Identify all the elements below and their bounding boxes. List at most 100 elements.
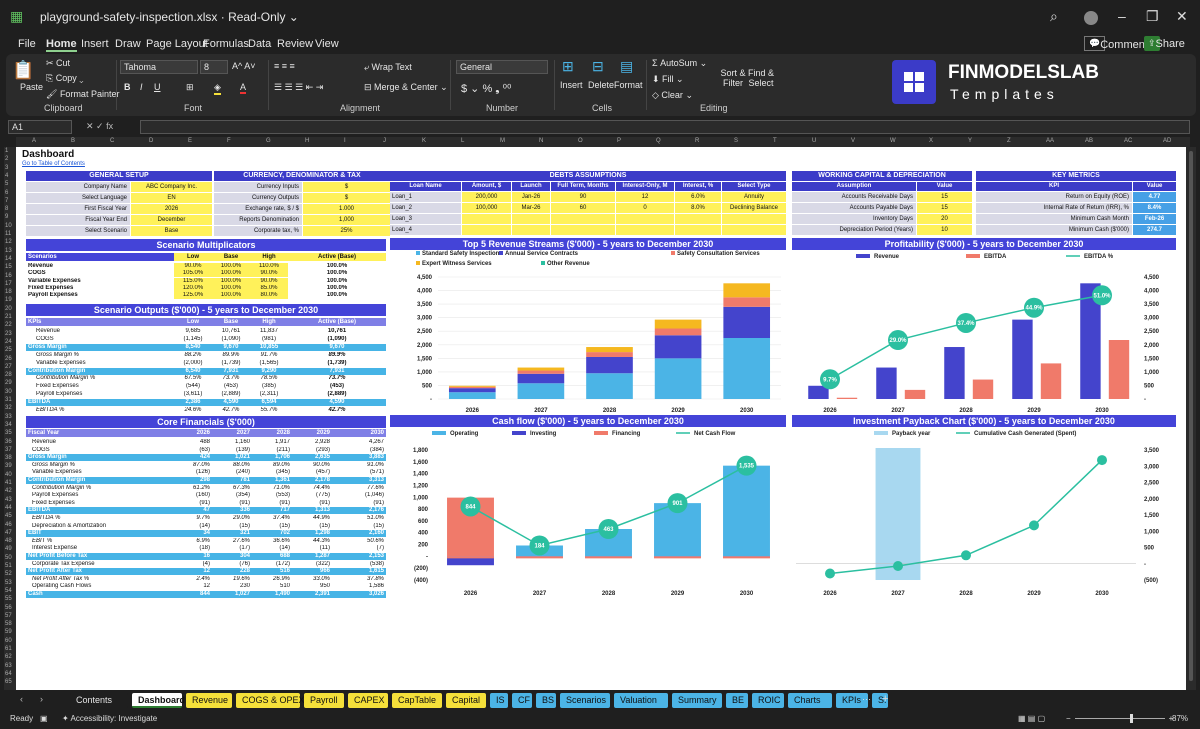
more-tabs-icon[interactable]: ⋯ [862,694,871,705]
insert-cells-icon[interactable]: ⊞ [562,58,574,75]
column-header[interactable]: AA [1046,138,1054,144]
row-header[interactable]: 60 [5,638,12,644]
worksheet[interactable]: Dashboard Go to Table of Contents -500 1,… [16,147,1186,690]
row-header[interactable]: 19 [5,297,12,303]
column-header[interactable]: U [812,138,816,144]
sheet-tab[interactable]: BE [726,693,748,708]
row-header[interactable]: 63 [5,663,12,669]
menu-formulas[interactable]: Formulas [203,38,249,50]
row-header[interactable]: 49 [5,546,12,552]
column-header[interactable]: G [266,138,271,144]
row-header[interactable]: 46 [5,522,12,528]
row-header[interactable]: 2 [5,156,8,162]
cut-button[interactable]: ✂ Cut [46,58,70,69]
search-icon[interactable]: ⌕ [1050,8,1058,25]
merge-center-button[interactable]: ⊟ Merge & Center ⌄ [364,82,448,93]
format-painter-button[interactable]: 🖌 Format Painter [46,89,119,100]
row-header[interactable]: 51 [5,563,12,569]
row-header[interactable]: 3 [5,165,8,171]
row-header[interactable]: 32 [5,405,12,411]
column-header[interactable]: AB [1085,138,1093,144]
column-header[interactable]: C [110,138,114,144]
row-header[interactable]: 48 [5,538,12,544]
sheet-tab[interactable]: COGS & OPEX [236,693,305,708]
delete-cells-button[interactable]: Delete [588,80,614,90]
row-header[interactable]: 50 [5,555,12,561]
number-format-select[interactable]: General [456,60,548,74]
underline-button[interactable]: U [154,82,161,92]
row-header[interactable]: 59 [5,629,12,635]
row-header[interactable]: 13 [5,248,12,254]
row-header[interactable]: 58 [5,621,12,627]
column-header[interactable]: E [188,138,192,144]
column-header[interactable]: AD [1163,138,1171,144]
row-header[interactable]: 25 [5,347,12,353]
row-header[interactable]: 33 [5,414,12,420]
fx-icon[interactable]: ✕ ✓ fx [86,121,113,132]
sheet-tab[interactable]: CapTable [392,693,442,708]
bold-button[interactable]: B [124,82,131,92]
column-header[interactable]: B [71,138,75,144]
column-header[interactable]: P [617,138,621,144]
restore-icon[interactable]: ❐ [1146,8,1159,25]
sheet-tab[interactable]: ROIC [752,693,784,708]
font-size-select[interactable]: 8 [200,60,228,74]
row-header[interactable]: 64 [5,671,12,677]
format-cells-button[interactable]: Format [614,80,643,90]
macro-icon[interactable]: ▣ [40,714,48,723]
column-header[interactable]: Q [656,138,661,144]
wrap-text-button[interactable]: ⤶ Wrap Text [364,62,412,73]
row-header[interactable]: 41 [5,480,12,486]
row-header[interactable]: 16 [5,273,12,279]
row-header[interactable]: 29 [5,380,12,386]
row-header[interactable]: 12 [5,239,12,245]
menu-draw[interactable]: Draw [115,38,141,50]
row-header[interactable]: 38 [5,455,12,461]
row-header[interactable]: 8 [5,206,8,212]
column-header[interactable]: J [383,138,386,144]
row-header[interactable]: 39 [5,463,12,469]
row-header[interactable]: 24 [5,339,12,345]
column-header[interactable]: Y [968,138,972,144]
row-header[interactable]: 53 [5,580,12,586]
row-header[interactable]: 10 [5,223,12,229]
column-header[interactable]: D [149,138,153,144]
row-header[interactable]: 15 [5,264,12,270]
column-header[interactable]: R [695,138,699,144]
paste-button[interactable]: Paste [20,82,43,92]
sheet-tab[interactable]: BS [536,693,556,708]
tab-scroll-left-icon[interactable]: ‹ [20,694,23,704]
row-header[interactable]: 4 [5,173,8,179]
zoom-level[interactable]: 87% [1172,714,1188,723]
zoom-slider[interactable]: − + [1066,714,1173,724]
menu-review[interactable]: Review [277,38,313,50]
row-header[interactable]: 21 [5,314,12,320]
sheet-tab[interactable]: Summary [672,693,722,708]
menu-home[interactable]: Home [46,38,77,52]
column-header[interactable]: K [422,138,426,144]
font-color-icon[interactable]: A [240,82,247,94]
sheet-tab[interactable]: Charts [788,693,832,708]
menu-file[interactable]: File [18,38,36,50]
column-header[interactable]: T [773,138,777,144]
column-header[interactable]: AC [1124,138,1132,144]
menu-page-layout[interactable]: Page Layout [146,38,208,50]
add-sheet-icon[interactable]: + [882,693,888,705]
avatar[interactable] [1084,11,1098,25]
align-left-icon[interactable]: ☰ ☰ ☰ ⇤ ⇥ [274,82,323,93]
row-header[interactable]: 57 [5,613,12,619]
borders-icon[interactable]: ⊞ [186,82,194,93]
menu-insert[interactable]: Insert [81,38,109,50]
row-header[interactable]: 37 [5,447,12,453]
currency-format-icon[interactable]: $ ⌄ % ❟ ⁰⁰ [461,82,511,96]
sheet-tab[interactable]: Capital [446,693,486,708]
sheet-tab[interactable]: Payroll [304,693,344,708]
row-header[interactable]: 36 [5,439,12,445]
row-header[interactable]: 26 [5,356,12,362]
paste-icon[interactable]: 📋 [12,60,34,81]
vertical-scrollbar[interactable] [1186,147,1196,690]
row-header[interactable]: 5 [5,181,8,187]
row-header[interactable]: 27 [5,364,12,370]
row-header[interactable]: 28 [5,372,12,378]
row-header[interactable]: 54 [5,588,12,594]
